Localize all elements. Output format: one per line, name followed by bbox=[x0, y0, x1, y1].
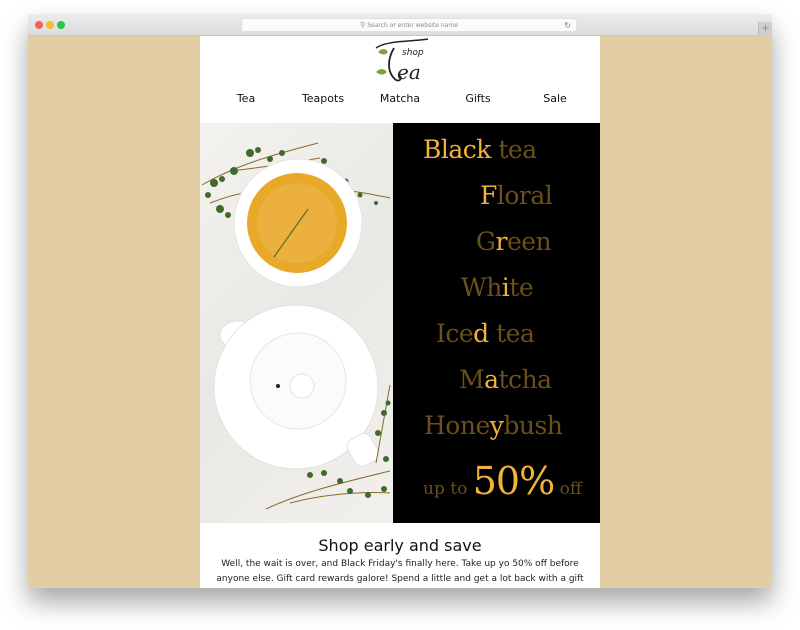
address-bar-placeholder: Search or enter website name bbox=[367, 22, 458, 29]
black-friday-promo: Black tea Floral Green White Iced tea Ma… bbox=[393, 123, 600, 523]
discount-callout: up to 50% off bbox=[423, 459, 582, 503]
promo-text: Wh bbox=[461, 273, 502, 302]
minimize-window-button[interactable] bbox=[46, 21, 54, 29]
promo-highlight: F bbox=[480, 181, 497, 210]
nav-item-tea[interactable]: Tea bbox=[237, 92, 255, 105]
promo-text: G bbox=[476, 227, 496, 256]
discount-prefix: up to bbox=[423, 479, 473, 499]
nav-item-teapots[interactable]: Teapots bbox=[302, 92, 344, 105]
promo-highlight: y bbox=[489, 411, 504, 440]
logo-swash bbox=[375, 38, 429, 49]
new-tab-button[interactable]: + bbox=[758, 22, 772, 36]
close-window-button[interactable] bbox=[35, 21, 43, 29]
promo-line-green: Green bbox=[476, 227, 552, 256]
logo-leaf-top bbox=[378, 49, 388, 55]
promo-text: loral bbox=[496, 181, 553, 210]
section-body: Well, the wait is over, and Black Friday… bbox=[216, 559, 584, 584]
discount-value: 50% bbox=[472, 459, 555, 503]
nav-item-gifts[interactable]: Gifts bbox=[465, 92, 490, 105]
promo-highlight: d bbox=[473, 319, 489, 348]
logo-shop-text: shop bbox=[402, 48, 424, 58]
hero-banner[interactable]: Black tea Floral Green White Iced tea Ma… bbox=[200, 123, 600, 523]
promo-highlight: r bbox=[495, 227, 507, 256]
tea-photo bbox=[200, 123, 393, 523]
promo-highlight: Black bbox=[423, 135, 491, 164]
promo-text: een bbox=[506, 227, 552, 256]
browser-window: ⚲ Search or enter website name ↻ + shop e… bbox=[28, 14, 772, 588]
promo-text: M bbox=[459, 365, 485, 394]
logo-ea-text: ea bbox=[397, 60, 421, 84]
promo-text: Ice bbox=[436, 319, 474, 348]
tea-liquid-highlight bbox=[257, 183, 337, 263]
search-icon: ⚲ bbox=[360, 21, 366, 29]
promo-line-matcha: Matcha bbox=[459, 365, 552, 394]
discount-suffix: off bbox=[554, 479, 582, 499]
promo-text: tea bbox=[490, 135, 537, 164]
promo-line-iced-tea: Iced tea bbox=[436, 319, 535, 348]
promo-line-floral: Floral bbox=[480, 181, 553, 210]
shop-tea-logo[interactable]: shop ea bbox=[370, 38, 430, 86]
email-page: shop ea Tea Teapots Matcha Gifts Sale Bl… bbox=[200, 36, 600, 588]
promo-text: Hone bbox=[424, 411, 490, 440]
promo-text: tea bbox=[488, 319, 535, 348]
promo-line-honeybush: Honeybush bbox=[424, 411, 563, 440]
tea-photo-illustration bbox=[201, 142, 391, 510]
promo-text: bush bbox=[503, 411, 563, 440]
reload-icon[interactable]: ↻ bbox=[564, 19, 571, 32]
section-headline: Shop early and save bbox=[318, 536, 482, 555]
promo-line-white: White bbox=[461, 273, 534, 302]
nav-item-sale[interactable]: Sale bbox=[543, 92, 567, 105]
promo-line-black-tea: Black tea bbox=[423, 135, 537, 164]
logo-leaf-bottom bbox=[376, 69, 387, 75]
promo-highlight: a bbox=[484, 365, 499, 394]
address-bar[interactable]: ⚲ Search or enter website name ↻ bbox=[241, 18, 577, 32]
nav-item-matcha[interactable]: Matcha bbox=[380, 92, 420, 105]
maximize-window-button[interactable] bbox=[57, 21, 65, 29]
browser-titlebar: ⚲ Search or enter website name ↻ + bbox=[28, 14, 772, 36]
promo-text: te bbox=[509, 273, 534, 302]
main-nav: Tea Teapots Matcha Gifts Sale bbox=[200, 92, 600, 114]
teapot bbox=[213, 304, 380, 470]
promo-text: tcha bbox=[498, 365, 553, 394]
